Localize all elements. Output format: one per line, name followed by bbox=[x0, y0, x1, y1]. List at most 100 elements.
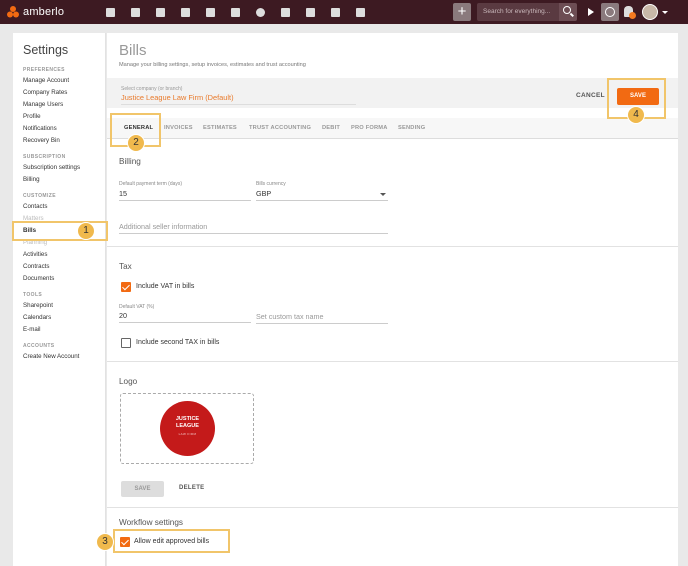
save-button[interactable]: SAVE bbox=[617, 88, 659, 105]
tab-estimates[interactable]: ESTIMATES bbox=[203, 118, 237, 138]
notification-badge bbox=[629, 12, 636, 19]
tab-trust-accounting[interactable]: TRUST ACCOUNTING bbox=[249, 118, 311, 138]
default-vat-label: Default VAT (%) bbox=[119, 304, 155, 310]
sidebar-section-tools: TOOLS bbox=[23, 292, 43, 298]
settings-sidebar: Settings PREFERENCES Manage Account Compan… bbox=[13, 33, 106, 566]
sidebar-item-sharepoint[interactable]: Sharepoint bbox=[23, 300, 106, 312]
step-badge-2: 2 bbox=[127, 134, 145, 152]
currency-label: Bills currency bbox=[256, 181, 286, 187]
sidebar-item-documents[interactable]: Documents bbox=[23, 273, 106, 285]
search-input[interactable]: Search for everything... bbox=[477, 3, 559, 21]
company-select-label: Select company (or branch) bbox=[121, 86, 183, 92]
stopwatch-icon bbox=[605, 7, 615, 17]
amberlo-logo-icon bbox=[7, 6, 19, 18]
tab-sending[interactable]: SENDING bbox=[398, 118, 425, 138]
folder-icon[interactable] bbox=[273, 4, 298, 20]
payment-term-label: Default payment term (days) bbox=[119, 181, 183, 187]
payment-term-field[interactable]: 15 bbox=[119, 189, 251, 201]
workflow-section-title: Workflow settings bbox=[119, 518, 184, 527]
tab-debit[interactable]: DEBIT bbox=[322, 118, 340, 138]
include-second-tax-checkbox[interactable] bbox=[121, 338, 131, 348]
matters-icon[interactable] bbox=[148, 4, 173, 20]
billing-section-title: Billing bbox=[119, 157, 141, 166]
sidebar-item-profile[interactable]: Profile bbox=[23, 111, 106, 123]
page-right-margin bbox=[678, 33, 688, 566]
main-content: Bills Manage your billing settings, setu… bbox=[107, 33, 678, 566]
settings-tabs: GENERAL INVOICES ESTIMATES TRUST ACCOUNTING… bbox=[107, 118, 678, 139]
search-button[interactable] bbox=[559, 3, 577, 21]
add-new-button[interactable]: + bbox=[453, 3, 471, 21]
user-menu-chevron-down-icon[interactable] bbox=[662, 11, 668, 14]
sidebar-item-calendars[interactable]: Calendars bbox=[23, 312, 106, 324]
start-timer-button[interactable] bbox=[583, 3, 599, 21]
sidebar-item-subscription-settings[interactable]: Subscription settings bbox=[23, 162, 106, 174]
sidebar-nav: PREFERENCES Manage Account Company Rates Ma… bbox=[23, 63, 106, 363]
currency-select[interactable]: GBP bbox=[256, 189, 388, 201]
company-logo-image: JUSTICE LEAGUE LAW FIRM bbox=[160, 401, 215, 456]
sidebar-item-planning[interactable]: Planning bbox=[23, 237, 106, 249]
sidebar-item-notifications[interactable]: Notifications bbox=[23, 123, 106, 135]
include-second-tax-label: Include second TAX in bills bbox=[136, 339, 220, 346]
page-subtitle: Manage your billing settings, setup invo… bbox=[119, 62, 306, 68]
play-icon bbox=[588, 8, 594, 16]
sidebar-item-billing[interactable]: Billing bbox=[23, 174, 106, 186]
logo-upload-dropzone[interactable]: JUSTICE LEAGUE LAW FIRM bbox=[120, 393, 254, 464]
sidebar-item-e-mail[interactable]: E-mail bbox=[23, 324, 106, 336]
sidebar-item-activities[interactable]: Activities bbox=[23, 249, 106, 261]
sidebar-item-contacts[interactable]: Contacts bbox=[23, 201, 106, 213]
mail-icon[interactable] bbox=[323, 4, 348, 20]
sidebar-item-contracts[interactable]: Contracts bbox=[23, 261, 106, 273]
sidebar-item-matters[interactable]: Matters bbox=[23, 213, 106, 225]
tax-section-title: Tax bbox=[119, 262, 132, 271]
sidebar-section-customize: CUSTOMIZE bbox=[23, 193, 56, 199]
page-title: Bills bbox=[119, 42, 147, 59]
logo-text-line2: LEAGUE bbox=[176, 423, 199, 429]
sidebar-item-manage-account[interactable]: Manage Account bbox=[23, 75, 106, 87]
top-navigation-bar: amberlo + Search for everything... bbox=[0, 0, 688, 24]
step-badge-4: 4 bbox=[627, 106, 645, 124]
logo-save-button[interactable]: SAVE bbox=[121, 481, 164, 497]
tax-section: Tax Include VAT in bills Default VAT (%)… bbox=[107, 247, 678, 362]
seller-info-input[interactable]: Additional seller information bbox=[119, 222, 388, 234]
sidebar-item-create-new-account[interactable]: Create New Account bbox=[23, 351, 106, 363]
company-select[interactable]: Justice League Law Firm (Default) bbox=[121, 93, 356, 105]
step-badge-3: 3 bbox=[96, 533, 114, 551]
sidebar-section-subscription: SUBSCRIPTION bbox=[23, 154, 66, 160]
logo-text-line3: LAW FIRM bbox=[178, 432, 197, 436]
sidebar-title: Settings bbox=[23, 43, 69, 57]
documents-icon[interactable] bbox=[173, 4, 198, 20]
sidebar-section-preferences: PREFERENCES bbox=[23, 67, 65, 73]
dashboard-icon[interactable] bbox=[98, 4, 123, 20]
logo-text-line1: JUSTICE bbox=[175, 416, 200, 422]
default-vat-field[interactable]: 20 bbox=[119, 311, 251, 323]
calendar-icon[interactable] bbox=[223, 4, 248, 20]
sidebar-item-company-rates[interactable]: Company Rates bbox=[23, 87, 106, 99]
tab-pro-forma[interactable]: PRO FORMA bbox=[351, 118, 388, 138]
file-icon[interactable] bbox=[298, 4, 323, 20]
cancel-button[interactable]: CANCEL bbox=[576, 92, 605, 99]
whatsapp-icon[interactable] bbox=[248, 4, 273, 20]
bank-icon[interactable] bbox=[198, 4, 223, 20]
chevron-down-icon bbox=[380, 193, 386, 196]
sidebar-item-manage-users[interactable]: Manage Users bbox=[23, 99, 106, 111]
brand-logo[interactable]: amberlo bbox=[6, 4, 64, 20]
user-avatar[interactable] bbox=[642, 4, 658, 20]
allow-edit-approved-checkbox[interactable] bbox=[120, 537, 130, 547]
custom-tax-name-input[interactable]: Set custom tax name bbox=[256, 312, 388, 324]
include-vat-label: Include VAT in bills bbox=[136, 283, 195, 290]
step-badge-1: 1 bbox=[77, 222, 95, 240]
brand-name: amberlo bbox=[23, 6, 65, 18]
billing-section: Billing Default payment term (days) 15 B… bbox=[107, 139, 678, 247]
allow-edit-approved-label: Allow edit approved bills bbox=[134, 538, 210, 545]
currency-value: GBP bbox=[256, 189, 272, 198]
timer-button[interactable] bbox=[601, 3, 619, 21]
workflow-section: Workflow settings Allow edit approved bi… bbox=[107, 508, 678, 566]
contacts-icon[interactable] bbox=[123, 4, 148, 20]
reports-icon[interactable] bbox=[348, 4, 373, 20]
sidebar-section-accounts: ACCOUNTS bbox=[23, 343, 55, 349]
logo-section-title: Logo bbox=[119, 377, 138, 386]
include-vat-checkbox[interactable] bbox=[121, 282, 131, 292]
tab-invoices[interactable]: INVOICES bbox=[164, 118, 193, 138]
sidebar-item-recovery-bin[interactable]: Recovery Bin bbox=[23, 135, 106, 147]
logo-delete-button[interactable]: DELETE bbox=[179, 485, 204, 491]
